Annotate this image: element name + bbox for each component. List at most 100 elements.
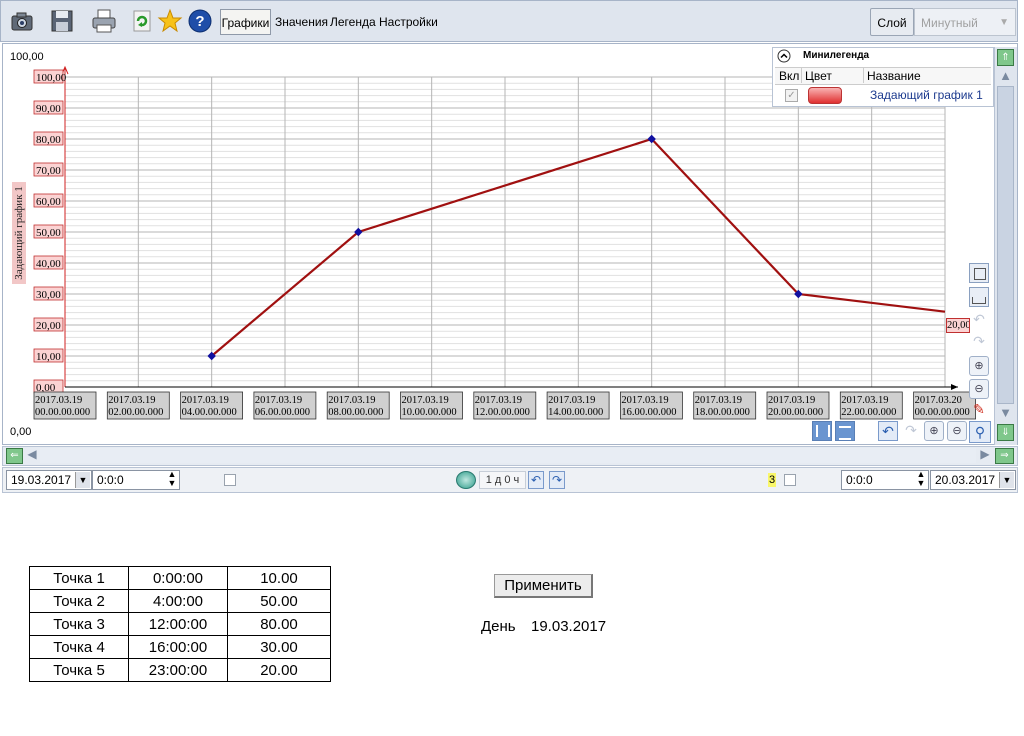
table-row: Точка 4 16:00:00 30.00 (29, 635, 331, 659)
point-value-cell[interactable]: 10.00 (227, 566, 331, 590)
x-axis-arrow (951, 384, 958, 390)
select-area-icon[interactable] (969, 263, 989, 283)
series-color-swatch[interactable] (808, 87, 842, 104)
table-row: Точка 1 0:00:00 10.00 (29, 566, 331, 590)
point-name-cell[interactable]: Точка 1 (29, 566, 129, 590)
start-date-value: 19.03.2017 (11, 473, 72, 487)
ruler-icon[interactable] (969, 287, 989, 307)
y-tick-label: 40,00 (36, 258, 61, 270)
pencil-icon[interactable]: ✎ (969, 400, 989, 420)
y-tick-label: 50,00 (36, 227, 61, 239)
scroll-right-icon[interactable]: ▶ (978, 447, 992, 463)
vertical-scroll-thumb[interactable] (997, 86, 1014, 404)
table-row: Точка 5 23:00:00 20.00 (29, 658, 331, 682)
x-tick-time: 04.00.00.000 (182, 407, 237, 418)
range-back-icon[interactable]: ↶ (528, 471, 544, 489)
x-tick-date: 2017.03.19 (548, 395, 595, 406)
end-time-value: 0:0:0 (846, 473, 873, 487)
scroll-end-icon[interactable]: ⇒ (995, 448, 1014, 464)
axes (61, 65, 958, 390)
point-name-cell[interactable]: Точка 4 (29, 635, 129, 659)
scroll-down-icon[interactable]: ▼ (997, 405, 1014, 422)
columns-view-icon[interactable] (812, 421, 832, 441)
table-row: Точка 2 4:00:00 50.00 (29, 589, 331, 613)
redo-disabled-icon[interactable]: ↷ (971, 333, 987, 351)
end-time-field[interactable]: 0:0:0 ▲ ▼ (841, 470, 929, 490)
point-name-cell[interactable]: Точка 5 (29, 658, 129, 682)
scroll-start-icon[interactable]: ⇐ (6, 448, 23, 464)
x-tick-date: 2017.03.19 (182, 395, 229, 406)
scroll-top-icon[interactable]: ⇑ (997, 49, 1014, 66)
x-tick-time: 18.00.00.000 (695, 407, 750, 418)
minilegend-header-enabled: Вкл (779, 69, 800, 83)
scroll-up-icon[interactable]: ▲ (997, 68, 1014, 85)
minilegend-header-color: Цвет (805, 69, 832, 83)
minilegend-header-name: Название (867, 69, 921, 83)
point-time-cell[interactable]: 0:00:00 (128, 566, 228, 590)
zoom-in-icon[interactable]: ⊕ (924, 421, 944, 441)
minilegend: Минилегенда Вкл Цвет Название ✓ Задающий… (772, 47, 994, 107)
scroll-left-icon[interactable]: ◀ (25, 447, 39, 463)
point-value-cell[interactable]: 80.00 (227, 612, 331, 636)
x-tick-date: 2017.03.19 (402, 395, 449, 406)
x-tick-time: 22.00.00.000 (841, 407, 896, 418)
horizontal-scroll-track[interactable] (40, 448, 976, 463)
x-tick-time: 16.00.00.000 (621, 407, 676, 418)
calendar-dropdown-icon[interactable]: ▼ (999, 472, 1014, 488)
y-tick-label: 80,00 (36, 134, 61, 146)
point-name-cell[interactable]: Точка 3 (29, 612, 129, 636)
range-label: 1 д 0 ч (479, 471, 526, 489)
zoom-in-icon[interactable]: ⊕ (969, 356, 989, 376)
x-tick-date: 2017.03.19 (621, 395, 668, 406)
range-reset-icon[interactable] (456, 471, 476, 489)
zoom-out-icon[interactable]: ⊖ (947, 421, 967, 441)
point-time-cell[interactable]: 23:00:00 (128, 658, 228, 682)
x-tick-time: 12.00.00.000 (475, 407, 530, 418)
x-tick-time: 10.00.00.000 (402, 407, 457, 418)
range-forward-icon[interactable]: ↷ (549, 471, 565, 489)
end-time-spinner-icon[interactable]: ▲ ▼ (916, 470, 926, 488)
day-value: 19.03.2017 (531, 618, 607, 635)
x-tick-time: 14.00.00.000 (548, 407, 603, 418)
y-tick-label: 10,00 (36, 351, 61, 363)
rows-view-icon[interactable] (835, 421, 855, 441)
point-time-cell[interactable]: 12:00:00 (128, 612, 228, 636)
end-date-field[interactable]: 20.03.2017 ▼ (930, 470, 1016, 490)
point-time-cell[interactable]: 4:00:00 (128, 589, 228, 613)
series-name: Задающий график 1 (870, 88, 983, 102)
point-name-cell[interactable]: Точка 2 (29, 589, 129, 613)
y-tick-label: 60,00 (36, 196, 61, 208)
point-time-cell[interactable]: 16:00:00 (128, 635, 228, 659)
x-tick-time: 08.00.00.000 (328, 407, 383, 418)
magnifier-icon[interactable]: ⚲ (969, 421, 991, 443)
x-tick-time: 06.00.00.000 (255, 407, 310, 418)
point-value-cell[interactable]: 50.00 (227, 589, 331, 613)
zoom-out-icon[interactable]: ⊖ (969, 379, 989, 399)
x-tick-date: 2017.03.19 (695, 395, 742, 406)
day-label: День (481, 618, 516, 635)
point-value-cell[interactable]: 30.00 (227, 635, 331, 659)
undo-icon[interactable]: ↶ (878, 421, 898, 441)
start-checkbox[interactable] (224, 474, 236, 486)
start-time-field[interactable]: 0:0:0 ▲ ▼ (92, 470, 180, 490)
y-axis-title: Задающий график 1 (13, 186, 25, 280)
collapse-icon[interactable] (777, 49, 791, 63)
points-table: Точка 1 0:00:00 10.00 Точка 2 4:00:00 50.00 То… (29, 566, 331, 682)
x-tick-time: 02.00.00.000 (108, 407, 163, 418)
apply-button[interactable]: Применить (494, 574, 593, 598)
calendar-dropdown-icon[interactable]: ▼ (75, 472, 90, 488)
x-ticks: 2017.03.19 00.00.00.000 2017.03.19 02.00.00… (33, 391, 976, 420)
end-checkbox[interactable] (784, 474, 796, 486)
start-time-spinner-icon[interactable]: ▲ ▼ (167, 470, 177, 488)
scroll-bottom-icon[interactable]: ⇓ (997, 424, 1014, 441)
last-value-label: 20,00 (946, 318, 970, 333)
point-value-cell[interactable]: 20.00 (227, 658, 331, 682)
series-enabled-checkbox[interactable]: ✓ (785, 89, 798, 102)
x-tick-date: 2017.03.19 (841, 395, 888, 406)
y-tick-label: 20,00 (36, 320, 61, 332)
start-date-field[interactable]: 19.03.2017 ▼ (6, 470, 92, 490)
x-tick-date: 2017.03.19 (255, 395, 302, 406)
x-tick-time: 00.00.00.000 (35, 407, 90, 418)
redo-icon[interactable]: ↷ (901, 421, 921, 441)
undo-disabled-icon[interactable]: ↶ (971, 311, 987, 329)
